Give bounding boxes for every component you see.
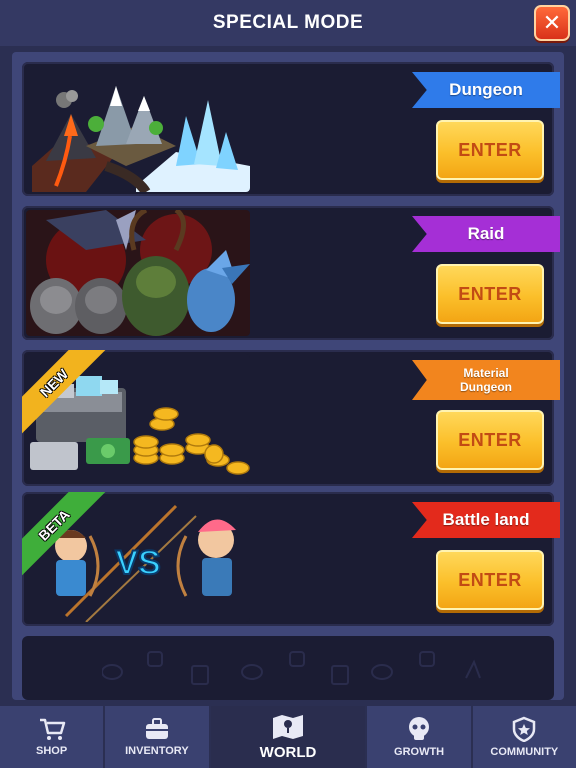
skull-icon	[409, 717, 430, 740]
bottom-navigation: SHOP INVENTORY WORLD GROWTH COMMUNITY	[0, 706, 576, 768]
nav-item-growth[interactable]: GROWTH	[367, 706, 473, 768]
new-badge: NEW	[22, 350, 112, 440]
nav-item-community[interactable]: COMMUNITY	[473, 706, 576, 768]
mode-ribbon-raid: Raid	[412, 216, 560, 252]
mode-card-battle-land: VS BETA Battle land ENTER	[22, 492, 560, 626]
decor-silhouettes	[102, 651, 481, 685]
map-icon	[272, 714, 303, 739]
dungeon-art-image	[26, 66, 250, 192]
nav-item-world[interactable]: WORLD	[210, 706, 368, 768]
nav-label: GROWTH	[394, 746, 445, 758]
mode-name: Dungeon	[449, 80, 523, 99]
close-icon: ✕	[542, 10, 562, 35]
shield-star-icon	[513, 716, 536, 742]
raid-art-image	[26, 210, 250, 336]
mode-card-raid: Raid ENTER	[22, 206, 560, 340]
close-button[interactable]: ✕	[534, 5, 570, 41]
badge-label: BETA	[22, 492, 106, 577]
page-title: SPECIAL MODE	[212, 12, 364, 33]
briefcase-icon	[145, 718, 168, 739]
mode-name: Material Dungeon	[460, 366, 512, 394]
enter-button-material-dungeon[interactable]: ENTER	[436, 410, 544, 470]
nav-label: INVENTORY	[125, 745, 189, 757]
locked-mode-card	[22, 636, 554, 700]
vs-text: VS	[115, 544, 160, 582]
mode-card-dungeon: Dungeon ENTER	[22, 62, 560, 196]
mode-card-material-dungeon: NEW Material Dungeon ENTER	[22, 350, 560, 486]
nav-label: SHOP	[36, 745, 68, 757]
mode-name: Raid	[467, 224, 505, 243]
beta-badge: BETA	[22, 492, 112, 582]
enter-button-battle-land[interactable]: ENTER	[436, 550, 544, 610]
enter-button-dungeon[interactable]: ENTER	[436, 120, 544, 180]
enter-button-raid[interactable]: ENTER	[436, 264, 544, 324]
nav-item-inventory[interactable]: INVENTORY	[105, 706, 211, 768]
mode-ribbon-dungeon: Dungeon	[412, 72, 560, 108]
mode-list-panel: Dungeon ENTER Raid ENTER NEW Material Du…	[12, 52, 564, 700]
nav-item-shop[interactable]: SHOP	[0, 706, 106, 768]
header-bar: SPECIAL MODE ✕	[0, 0, 576, 46]
mode-ribbon-material-dungeon: Material Dungeon	[412, 360, 560, 400]
cart-icon	[39, 718, 65, 740]
nav-label: COMMUNITY	[490, 746, 559, 758]
badge-label: NEW	[22, 350, 106, 435]
mode-ribbon-battle-land: Battle land	[412, 502, 560, 538]
mode-name: Battle land	[442, 510, 530, 529]
nav-label: WORLD	[259, 743, 317, 761]
